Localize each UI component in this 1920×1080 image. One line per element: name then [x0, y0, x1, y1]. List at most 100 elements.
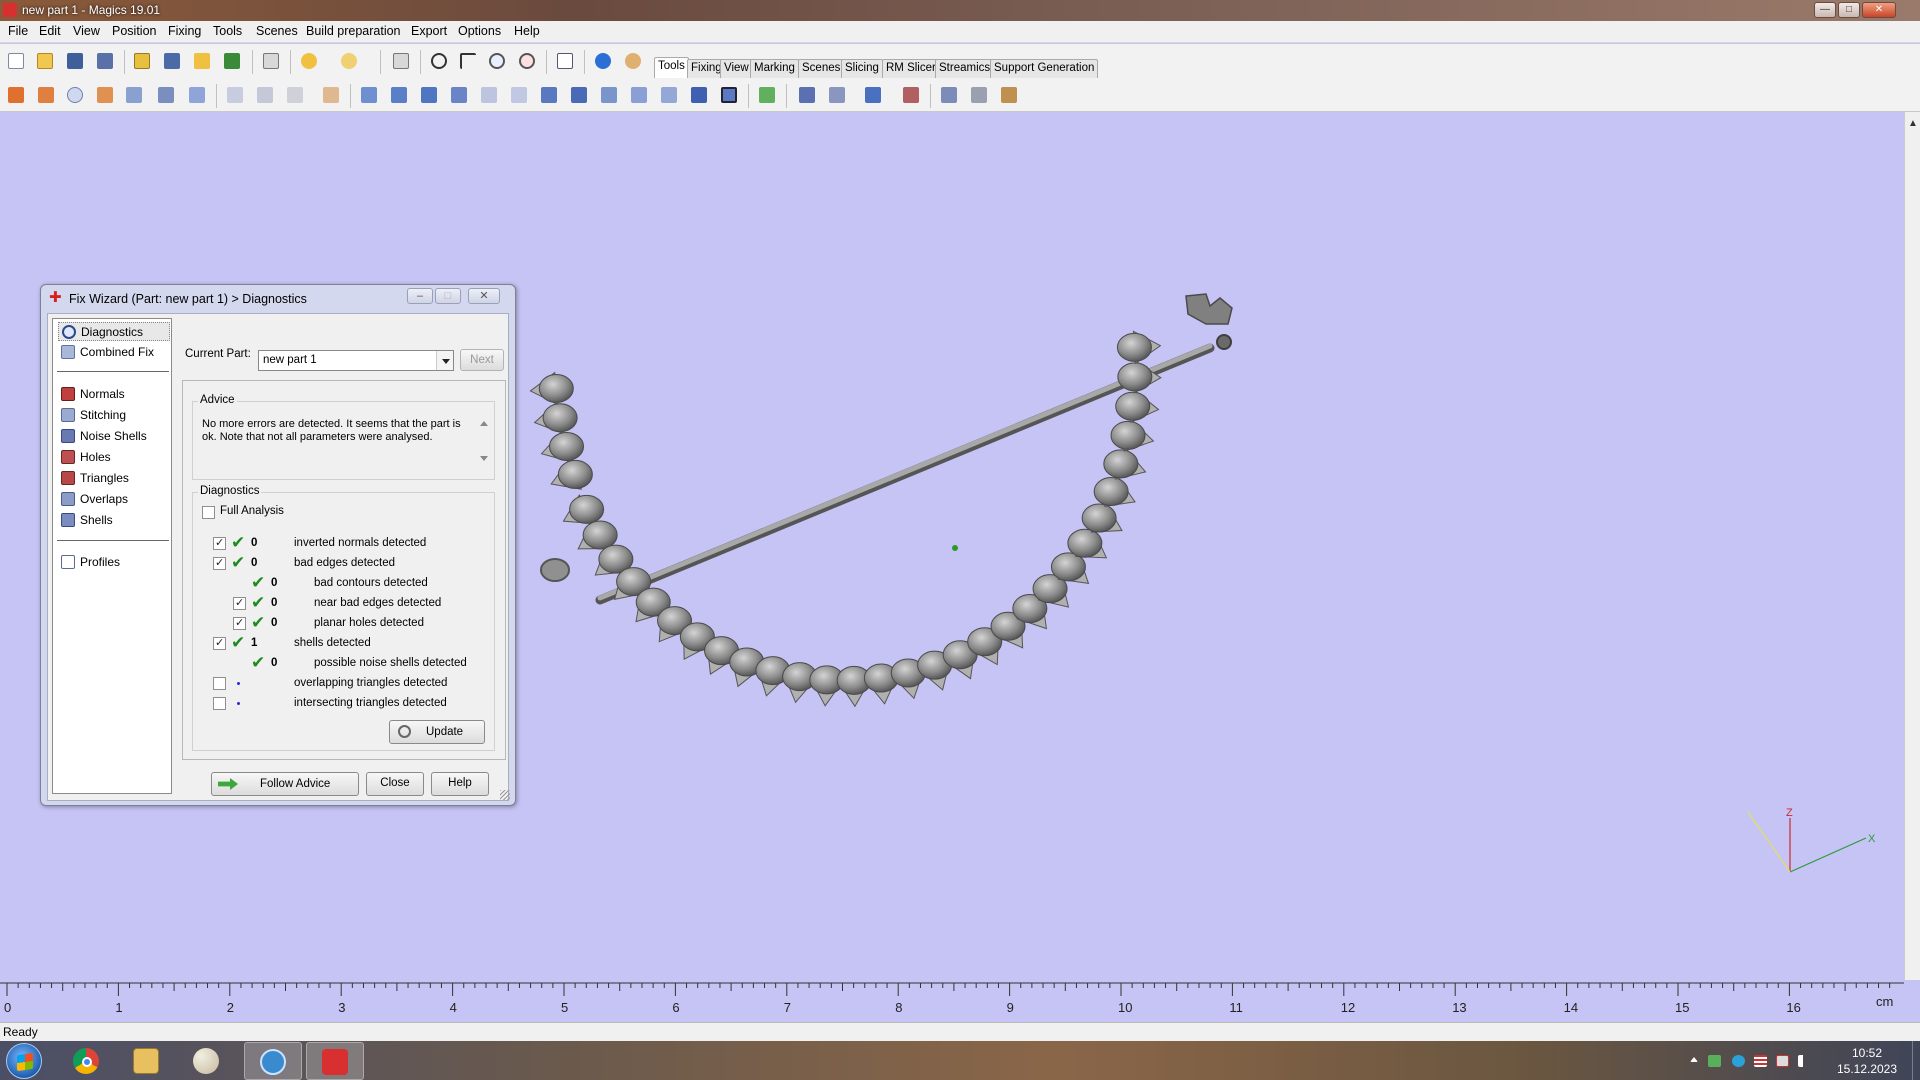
diagnostic-checkbox[interactable]	[213, 697, 226, 710]
nav-diagnostics[interactable]: Diagnostics	[58, 322, 170, 341]
menu-edit[interactable]: Edit	[36, 24, 64, 38]
menu-scenes[interactable]: Scenes	[253, 24, 301, 38]
select-icon[interactable]	[390, 50, 412, 72]
diagnostic-checkbox[interactable]	[213, 636, 226, 650]
advice-scrollbar[interactable]	[478, 418, 490, 464]
cut-icon[interactable]	[224, 84, 246, 106]
nav-holes[interactable]: Holes	[58, 448, 170, 467]
diagnostic-checkbox[interactable]	[233, 596, 246, 610]
undo-icon[interactable]	[298, 50, 320, 72]
paste-icon[interactable]	[284, 84, 306, 106]
load-scene-icon[interactable]	[191, 50, 213, 72]
tab-slicing[interactable]: Slicing	[841, 59, 883, 78]
taskbar-magics[interactable]	[306, 1042, 364, 1080]
tab-tools[interactable]: Tools	[654, 57, 689, 78]
tray-flag-icon[interactable]	[1776, 1055, 1789, 1067]
hollow-icon[interactable]	[796, 84, 818, 106]
dialog-maximize-button[interactable]: □	[435, 288, 461, 304]
current-part-dropdown[interactable]: new part 1	[258, 350, 454, 371]
mark-shell-icon[interactable]	[418, 84, 440, 106]
start-button[interactable]	[6, 1043, 42, 1079]
nav-overlaps[interactable]: Overlaps	[58, 490, 170, 509]
align-part-icon[interactable]	[186, 84, 208, 106]
tab-marking[interactable]: Marking	[750, 59, 799, 78]
save-icon[interactable]	[64, 50, 86, 72]
menu-file[interactable]: File	[5, 24, 31, 38]
tray-volume-icon[interactable]	[1798, 1055, 1811, 1067]
tab-scenes[interactable]: Scenes	[798, 59, 845, 78]
diagnostic-checkbox[interactable]	[213, 536, 226, 550]
nav-shells[interactable]: Shells	[58, 511, 170, 530]
tab-support-generation[interactable]: Support Generation	[990, 59, 1099, 78]
rotate-part-icon[interactable]	[64, 84, 86, 106]
redo-icon[interactable]	[338, 50, 360, 72]
right-panel-toggle[interactable]: ▲	[1904, 112, 1920, 980]
menu-options[interactable]: Options	[455, 24, 504, 38]
report-icon[interactable]	[900, 84, 922, 106]
full-analysis-checkbox[interactable]	[202, 506, 215, 519]
nav-combined-fix[interactable]: Combined Fix	[58, 343, 170, 362]
translate-part-icon[interactable]	[5, 84, 27, 106]
close-button[interactable]: Close	[366, 772, 424, 796]
boolean-icon[interactable]	[826, 84, 848, 106]
fix-wizard-icon[interactable]	[554, 50, 576, 72]
mark-surface-icon[interactable]	[388, 84, 410, 106]
menu-export[interactable]: Export	[408, 24, 450, 38]
tray-expand-icon[interactable]	[1690, 1057, 1698, 1062]
dialog-minimize-button[interactable]: –	[407, 288, 433, 304]
surface-icon[interactable]	[658, 84, 680, 106]
menu-help[interactable]: Help	[511, 24, 543, 38]
measure-icon[interactable]	[628, 84, 650, 106]
nav-noise-shells[interactable]: Noise Shells	[58, 427, 170, 446]
taskbar-browser[interactable]	[244, 1042, 302, 1080]
follow-advice-button[interactable]: Follow Advice	[211, 772, 359, 796]
tab-streamics[interactable]: Streamics	[935, 59, 995, 78]
perforate-icon[interactable]	[862, 84, 884, 106]
box-solid-icon[interactable]	[688, 84, 710, 106]
hand-select-icon[interactable]	[320, 84, 342, 106]
next-button[interactable]: Next	[460, 349, 504, 371]
menu-view[interactable]: View	[70, 24, 103, 38]
help-button[interactable]: Help	[431, 772, 489, 796]
cube-view-icon[interactable]	[568, 84, 590, 106]
diagnostic-checkbox[interactable]	[233, 616, 246, 630]
magics-app-icon[interactable]	[3, 3, 17, 17]
mark-plane-icon[interactable]	[448, 84, 470, 106]
mark-triangle-icon[interactable]	[358, 84, 380, 106]
diagnostic-checkbox[interactable]	[213, 677, 226, 690]
box-icon[interactable]	[538, 84, 560, 106]
context-help-icon[interactable]	[622, 50, 644, 72]
clock[interactable]: 10:52 15.12.2023	[1822, 1045, 1912, 1077]
rotate-view-icon[interactable]	[428, 50, 450, 72]
close-window-button[interactable]: ✕	[1862, 2, 1896, 18]
mirror-part-icon[interactable]	[123, 84, 145, 106]
nav-triangles[interactable]: Triangles	[58, 469, 170, 488]
help-icon[interactable]	[592, 50, 614, 72]
copy-icon[interactable]	[254, 84, 276, 106]
duplicate-part-icon[interactable]	[155, 84, 177, 106]
tray-language-icon[interactable]	[1754, 1055, 1767, 1067]
save-as-icon[interactable]	[94, 50, 116, 72]
minimize-button[interactable]: —	[1814, 2, 1836, 18]
rescale-part-icon[interactable]	[94, 84, 116, 106]
tray-network-app-icon[interactable]	[1708, 1055, 1721, 1067]
section-icon[interactable]	[598, 84, 620, 106]
slice-stack-icon[interactable]	[968, 84, 990, 106]
resize-grip-icon[interactable]	[500, 790, 510, 800]
taskbar-paint[interactable]	[178, 1042, 236, 1080]
frame-icon[interactable]	[718, 84, 740, 106]
settings-icon[interactable]	[938, 84, 960, 106]
mark-edge-icon[interactable]	[508, 84, 530, 106]
tray-skype-icon[interactable]	[1732, 1055, 1745, 1067]
move-part-icon[interactable]	[35, 84, 57, 106]
zoom-fit-icon[interactable]	[516, 50, 538, 72]
unload-part-icon[interactable]	[221, 50, 243, 72]
menu-position[interactable]: Position	[109, 24, 159, 38]
zoom-icon[interactable]	[486, 50, 508, 72]
collapse-arrow-icon[interactable]: ▲	[1908, 118, 1918, 129]
nav-profiles[interactable]: Profiles	[58, 553, 170, 572]
dialog-titlebar[interactable]: ✚ Fix Wizard (Part: new part 1) > Diagno…	[41, 285, 515, 311]
print-icon[interactable]	[260, 50, 282, 72]
import-part-icon[interactable]	[161, 50, 183, 72]
package-icon[interactable]	[998, 84, 1020, 106]
